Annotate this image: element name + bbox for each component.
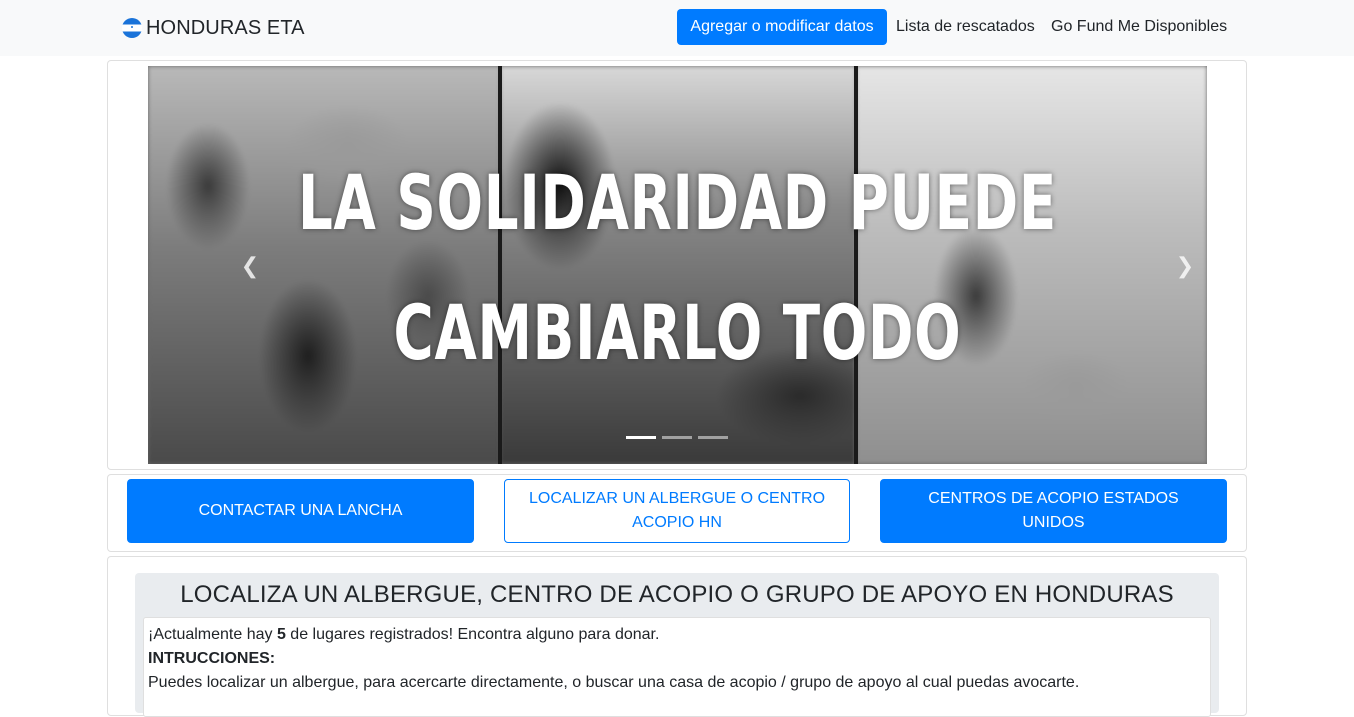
carousel-slide: LA SOLIDARIDAD PUEDE CAMBIARLO TODO ❮ ❯ [148,66,1207,464]
brand-link[interactable]: HONDURAS ETA [122,16,305,40]
instructions-label: INTRUCCIONES: [148,650,276,667]
slide-photo-center [500,66,856,464]
brand-title: HONDURAS ETA [146,16,305,39]
honduras-flag-icon [122,18,142,38]
carousel-next-icon[interactable]: ❯ [1175,255,1195,277]
locate-shelter-button[interactable]: LOCALIZAR UN ALBERGUE O CENTRO ACOPIO HN [504,479,850,543]
info-title: LOCALIZA UN ALBERGUE, CENTRO DE ACOPIO O… [180,581,1174,608]
add-modify-data-button[interactable]: Agregar o modificar datos [677,9,887,45]
photo-divider [854,66,858,464]
instructions-text: Puedes localizar un albergue, para acerc… [148,674,1080,691]
carousel-indicator-2[interactable] [662,436,692,439]
slide-photo-right [856,66,1207,464]
nav-link-gofundme[interactable]: Go Fund Me Disponibles [1051,18,1227,36]
places-count-text: ¡Actualmente hay 5 de lugares registrado… [148,626,659,644]
info-box: ¡Actualmente hay 5 de lugares registrado… [143,617,1211,717]
count-prefix: ¡Actualmente hay [148,626,277,643]
actions-card: CONTACTAR UNA LANCHA LOCALIZAR UN ALBERG… [107,474,1247,552]
contact-boat-button[interactable]: CONTACTAR UNA LANCHA [127,479,474,543]
info-jumbotron: LOCALIZA UN ALBERGUE, CENTRO DE ACOPIO O… [135,573,1219,717]
carousel-prev-icon[interactable]: ❮ [240,255,260,277]
places-count: 5 [276,626,286,643]
slide-photo-left [148,66,500,464]
info-card: LOCALIZA UN ALBERGUE, CENTRO DE ACOPIO O… [107,556,1247,717]
nav-link-rescued-list[interactable]: Lista de rescatados [896,18,1035,36]
carousel-indicators [626,436,728,439]
count-suffix: de lugares registrados! Encontra alguno … [285,626,660,643]
photo-divider [498,66,502,464]
carousel-indicator-3[interactable] [698,436,728,439]
carousel-indicator-1[interactable] [626,436,656,439]
slide-caption-line2: CAMBIARLO TODO [393,288,962,377]
carousel-card: LA SOLIDARIDAD PUEDE CAMBIARLO TODO ❮ ❯ [107,60,1247,470]
us-collection-centers-button[interactable]: CENTROS DE ACOPIO ESTADOS UNIDOS [880,479,1227,543]
navbar: HONDURAS ETA Agregar o modificar datos L… [0,0,1354,56]
slide-caption-line1: LA SOLIDARIDAD PUEDE [297,158,1058,247]
